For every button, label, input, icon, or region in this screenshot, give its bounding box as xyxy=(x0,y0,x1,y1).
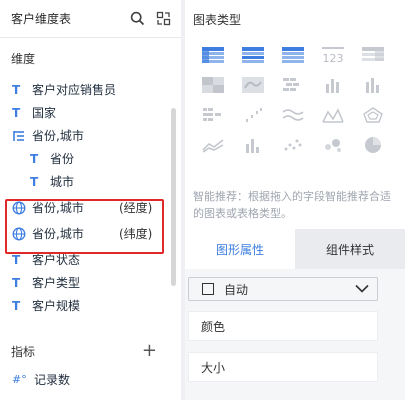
tab-graphic-properties[interactable]: 图形属性 xyxy=(185,229,295,269)
chart-property-panel: 图表类型 123 智能推荐：根据拖入的字段智能推荐合适的图表或表格类型。 图形属… xyxy=(185,0,405,400)
wave-line-icon[interactable] xyxy=(273,100,313,130)
field-city[interactable]: T 城市 xyxy=(0,170,181,193)
field-country[interactable]: T 国家 xyxy=(0,101,181,124)
scatter-icon[interactable] xyxy=(273,130,313,160)
size-property[interactable]: 大小 xyxy=(188,352,378,382)
globe-icon xyxy=(12,227,32,241)
field-label: 省份,城市 xyxy=(32,227,84,241)
text-type-icon: T xyxy=(30,151,39,166)
field-label: 客户类型 xyxy=(32,276,81,290)
text-type-icon: T xyxy=(12,275,21,290)
scatter-step-icon[interactable] xyxy=(233,100,273,130)
column-chart-icon[interactable] xyxy=(313,70,353,100)
dimension-header: 维度 xyxy=(11,51,36,66)
color-label: 颜色 xyxy=(201,319,226,334)
table-icon[interactable] xyxy=(193,40,233,70)
number-type-icon: #° xyxy=(12,373,27,386)
square-icon xyxy=(202,283,214,295)
color-property[interactable]: 颜色 xyxy=(188,311,378,341)
grouptable-icon[interactable] xyxy=(273,40,313,70)
field-label: 客户对应销售员 xyxy=(32,83,117,97)
bubble-icon[interactable] xyxy=(313,130,353,160)
field-province-city-hierarchy[interactable]: 省份,城市 xyxy=(0,124,181,147)
crosstable-icon[interactable] xyxy=(233,40,273,70)
select-value: 自动 xyxy=(224,282,249,297)
text-type-icon: T xyxy=(12,252,21,267)
metric-header-label: 指标 xyxy=(11,344,36,359)
area-chart-icon[interactable] xyxy=(193,130,233,160)
area-line-icon[interactable] xyxy=(313,100,353,130)
field-label: 客户规模 xyxy=(32,299,81,313)
size-label: 大小 xyxy=(201,360,226,375)
bar-ranking-icon[interactable] xyxy=(273,70,313,100)
longitude-suffix: (经度) xyxy=(119,201,153,215)
metric-header: 指标 + xyxy=(0,339,181,363)
add-metric-icon[interactable]: + xyxy=(142,342,157,360)
chevron-down-icon xyxy=(355,282,369,296)
field-record-count[interactable]: #° 记录数 xyxy=(12,371,70,388)
funnel-table-icon[interactable] xyxy=(193,100,233,130)
field-label: 省份 xyxy=(50,152,75,166)
table-header: 客户维度表 xyxy=(0,0,181,38)
smart-recommend-hint: 智能推荐：根据拖入的字段智能推荐合适的图表或表格类型。 xyxy=(193,190,391,220)
globe-icon xyxy=(12,201,32,215)
property-tabs: 图形属性 组件样式 xyxy=(185,229,405,269)
scrollbar[interactable] xyxy=(171,108,176,286)
text-type-icon: T xyxy=(30,174,39,189)
pie-icon[interactable] xyxy=(353,130,393,160)
latitude-suffix: (纬度) xyxy=(119,227,153,241)
chart-type-title: 图表类型 xyxy=(193,12,242,27)
text-type-icon: T xyxy=(12,105,21,120)
svg-text:123: 123 xyxy=(323,52,344,64)
field-longitude[interactable]: 省份,城市 (经度) xyxy=(0,196,181,219)
field-label: 省份,城市 xyxy=(32,201,84,215)
field-label: 城市 xyxy=(50,175,75,189)
map-icon[interactable] xyxy=(233,70,273,100)
field-latitude[interactable]: 省份,城市 (纬度) xyxy=(0,222,181,245)
field-panel: 客户维度表 维度 T 客户对应销售员 T 国家 省份,城市 T 省份 T 城市 … xyxy=(0,0,181,400)
dimension-list: T 客户对应销售员 T 国家 省份,城市 T 省份 T 城市 省份,城市 (经度… xyxy=(0,78,181,317)
bar-mix-icon[interactable] xyxy=(233,130,273,160)
field-customer-size[interactable]: T 客户规模 xyxy=(0,294,181,317)
field-label: 国家 xyxy=(32,106,57,120)
tab-component-style[interactable]: 组件样式 xyxy=(295,229,405,269)
field-customer-status[interactable]: T 客户状态 xyxy=(0,248,181,271)
text-type-icon: T xyxy=(12,298,21,313)
field-province[interactable]: T 省份 xyxy=(0,147,181,170)
detail-table-icon[interactable] xyxy=(353,40,393,70)
kpi-number-icon[interactable]: 123 xyxy=(313,40,353,70)
stacked-column-icon[interactable] xyxy=(353,70,393,100)
field-label: 客户状态 xyxy=(32,253,81,267)
field-label: 记录数 xyxy=(34,373,71,387)
search-icon[interactable] xyxy=(129,11,145,27)
heatmap-table-icon[interactable] xyxy=(193,70,233,100)
chart-style-select[interactable]: 自动 xyxy=(188,277,378,301)
field-salesperson[interactable]: T 客户对应销售员 xyxy=(0,78,181,101)
hierarchy-icon xyxy=(12,130,32,142)
text-type-icon: T xyxy=(12,82,21,97)
chart-type-grid: 123 xyxy=(193,40,393,160)
field-label: 省份,城市 xyxy=(32,129,84,143)
field-customer-type[interactable]: T 客户类型 xyxy=(0,271,181,294)
table-title: 客户维度表 xyxy=(11,12,72,26)
radar-icon[interactable] xyxy=(353,100,393,130)
switch-view-icon[interactable] xyxy=(155,11,171,27)
